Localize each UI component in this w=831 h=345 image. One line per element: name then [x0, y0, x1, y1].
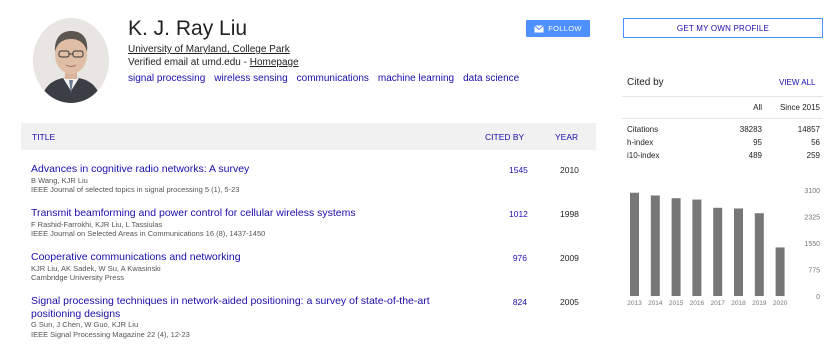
- sort-by-cited[interactable]: CITED BY: [485, 132, 524, 142]
- citation-bar-2017[interactable]: [713, 207, 723, 296]
- citation-bar-2020[interactable]: [775, 247, 785, 296]
- sort-by-year[interactable]: YEAR: [555, 132, 578, 142]
- homepage-link[interactable]: Homepage: [250, 57, 299, 68]
- article-authors: B Wang, KJR Liu: [31, 175, 88, 185]
- x-tick-label: 2016: [690, 300, 705, 307]
- x-tick-label: 2015: [669, 300, 684, 307]
- follow-button[interactable]: FOLLOW: [526, 20, 590, 37]
- article-year: 2009: [560, 253, 579, 263]
- article-year: 2005: [560, 297, 579, 307]
- x-tick-label: 2014: [648, 300, 663, 307]
- y-tick-label: 1550: [804, 241, 820, 248]
- sort-by-title[interactable]: TITLE: [32, 132, 55, 142]
- x-tick-label: 2020: [773, 300, 788, 307]
- citations-per-year-chart: 2013 2014 2015 2016 2017 2018 2019 2020 0 775 1550…: [622, 178, 827, 313]
- citation-bar-2013[interactable]: [630, 192, 639, 296]
- stats-col-all: All: [753, 103, 762, 112]
- x-tick-label: 2017: [710, 300, 725, 307]
- verified-email-text: Verified email at umd.edu -: [128, 57, 250, 68]
- get-my-own-profile-button[interactable]: GET MY OWN PROFILE: [623, 18, 823, 38]
- stat-label: h-index: [627, 138, 654, 147]
- article-cited-by[interactable]: 1012: [509, 209, 528, 219]
- research-interests: signal processing wireless sensing communi…: [128, 73, 528, 84]
- article-title-link[interactable]: Advances in cognitive radio networks: A …: [31, 163, 456, 176]
- interest-machine-learning[interactable]: machine learning: [378, 73, 454, 84]
- citation-bar-2019[interactable]: [754, 213, 764, 296]
- view-all-link[interactable]: VIEW ALL: [779, 78, 815, 87]
- article-title-link[interactable]: Cooperative communications and networkin…: [31, 251, 456, 264]
- article-authors: G Sun, J Chen, W Guo, KJR Liu: [31, 320, 139, 329]
- stat-all: 38283: [739, 125, 762, 134]
- interest-signal-processing[interactable]: signal processing: [128, 73, 205, 84]
- stat-all: 95: [753, 138, 762, 147]
- citation-bar-2018[interactable]: [734, 208, 743, 296]
- article-cited-by[interactable]: 824: [509, 297, 527, 307]
- article-title-link[interactable]: Signal processing techniques in network-…: [31, 295, 456, 320]
- affiliation-link[interactable]: University of Maryland, College Park: [128, 44, 290, 55]
- y-tick-label: 3100: [804, 188, 820, 195]
- y-tick-label: 0: [816, 294, 820, 301]
- article-cited-by[interactable]: 1545: [509, 165, 528, 175]
- article-row: Signal processing techniques in network-…: [31, 295, 596, 339]
- stat-since: 14857: [797, 125, 820, 134]
- article-cited-by[interactable]: 976: [509, 253, 527, 263]
- article-row: Advances in cognitive radio networks: A …: [31, 163, 596, 195]
- article-authors: KJR Liu, AK Sadek, W Su, A Kwasinski: [31, 263, 161, 273]
- interest-communications[interactable]: communications: [297, 73, 369, 84]
- article-year: 1998: [560, 209, 579, 219]
- y-tick-label: 775: [808, 268, 820, 275]
- cited-by-title: Cited by: [627, 77, 664, 88]
- articles-table-header: TITLE CITED BY YEAR: [21, 123, 596, 150]
- article-venue: IEEE Journal on Selected Areas in Commun…: [31, 229, 266, 238]
- stat-since: 56: [811, 138, 820, 147]
- profile-photo-image: [33, 18, 109, 103]
- citation-bar-2014[interactable]: [650, 195, 660, 296]
- citation-bar-2015[interactable]: [671, 198, 681, 296]
- stat-label: Citations: [627, 125, 659, 134]
- stat-label: i10-index: [627, 151, 660, 160]
- article-title-link[interactable]: Transmit beamforming and power control f…: [31, 207, 456, 220]
- article-authors: F Rashid-Farrokhi, KJR Liu, L Tassiulas: [31, 219, 163, 229]
- stat-since: 259: [806, 151, 820, 160]
- divider: [622, 96, 823, 97]
- stats-col-since: Since 2015: [779, 103, 820, 112]
- x-tick-label: 2019: [752, 300, 767, 307]
- article-row: Cooperative communications and networkin…: [31, 251, 596, 283]
- y-tick-label: 2325: [804, 215, 820, 222]
- verified-email-line: Verified email at umd.edu - Homepage: [128, 57, 299, 68]
- x-tick-label: 2013: [627, 300, 642, 307]
- profile-photo: [33, 18, 109, 103]
- divider: [622, 118, 823, 119]
- stat-all: 489: [748, 151, 762, 160]
- citations-chart-svg: 2013 2014 2015 2016 2017 2018 2019 2020 0 775 1550…: [627, 188, 820, 307]
- citation-bar-2016[interactable]: [692, 199, 702, 296]
- interest-wireless-sensing[interactable]: wireless sensing: [214, 73, 287, 84]
- article-row: Transmit beamforming and power control f…: [31, 207, 596, 239]
- envelope-icon: [534, 24, 545, 32]
- profile-name: K. J. Ray Liu: [128, 17, 248, 40]
- article-venue: IEEE Journal of selected topics in signa…: [31, 185, 240, 194]
- follow-label: FOLLOW: [548, 24, 582, 33]
- article-year: 2010: [560, 165, 579, 175]
- x-tick-label: 2018: [731, 300, 746, 307]
- article-venue: IEEE Signal Processing Magazine 22 (4), …: [31, 329, 190, 339]
- article-venue: Cambridge University Press: [31, 273, 124, 282]
- interest-data-science[interactable]: data science: [463, 73, 519, 84]
